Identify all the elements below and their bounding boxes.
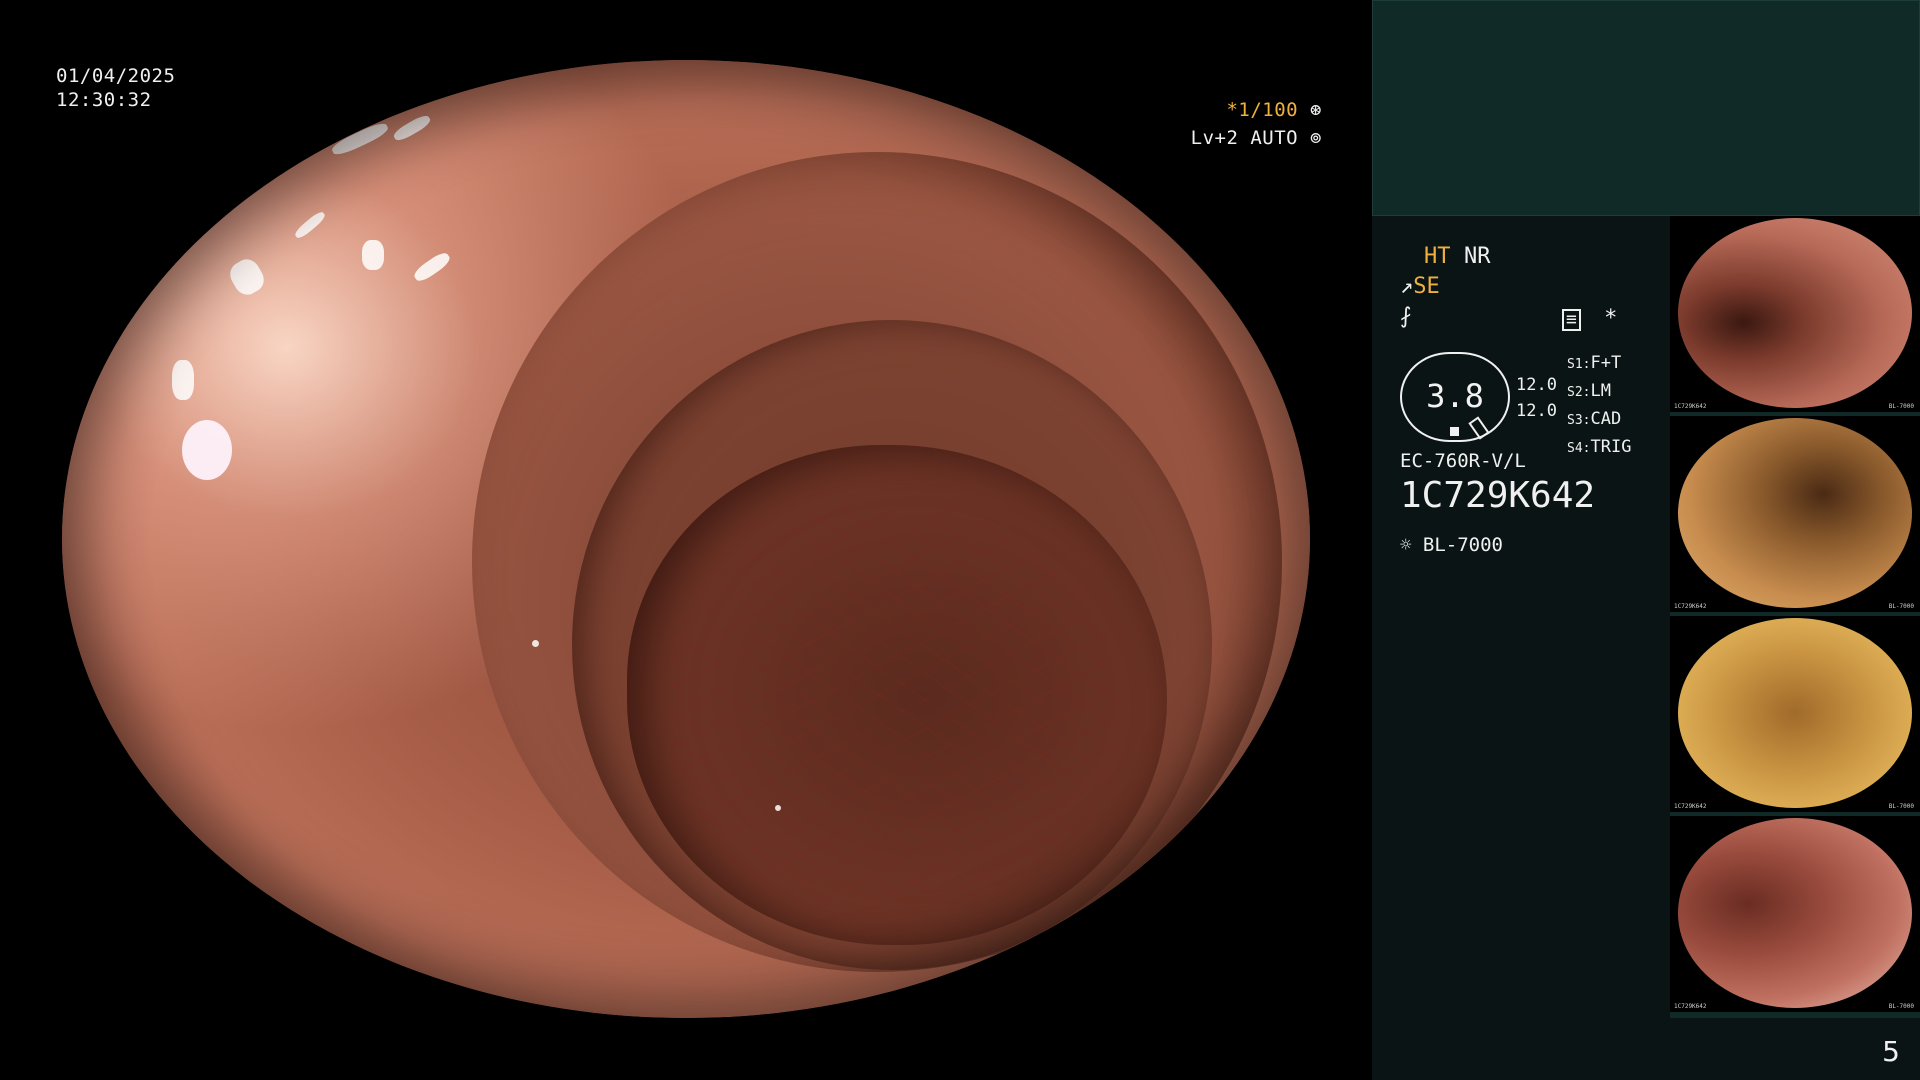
setting-key: S2: (1567, 385, 1591, 400)
settings-icon-row: ≡ * (1562, 306, 1617, 332)
thumbnail-light: BL-7000 (1888, 603, 1914, 610)
settings-list-icon: ≡ (1562, 309, 1581, 331)
setting-value: LM (1590, 381, 1611, 401)
thumbnail-light: BL-7000 (1888, 1003, 1914, 1010)
thumbnail-light: BL-7000 (1888, 803, 1914, 810)
shutter-readout: *1/100 ⊛ (1226, 98, 1322, 122)
shutter-text: *1/100 (1226, 99, 1299, 121)
info-panel: HT NR ↗SE ⨏ ≡ * 3.8 12.0 12.0 S1:F+T S2:… (1372, 0, 1920, 1080)
gauge-dial: 3.8 (1400, 352, 1510, 442)
thumbnail-4[interactable]: 1C729K642 BL-7000 (1670, 816, 1920, 1018)
nr-mode: NR (1464, 244, 1491, 269)
light-source-row: ☼ BL-7000 (1400, 532, 1503, 558)
gauge-needle-icon (1468, 416, 1490, 440)
thumbnail-image (1678, 218, 1912, 408)
settings-item-s4: S4:TRIG (1567, 434, 1631, 462)
light-source-icon: ☼ (1400, 534, 1412, 556)
datetime-overlay: 01/04/2025 12:30:32 (56, 64, 175, 112)
thumbnail-2[interactable]: 1C729K642 BL-7000 (1670, 416, 1920, 618)
thumbnail-serial: 1C729K642 (1674, 603, 1707, 610)
setting-value: CAD (1590, 409, 1622, 429)
ht-mode: HT (1424, 244, 1451, 269)
gauge-scale-2: 12.0 (1516, 401, 1557, 421)
setting-value: TRIG (1590, 437, 1632, 457)
thumbnail-light: BL-7000 (1888, 403, 1914, 410)
thumbnail-3[interactable]: 1C729K642 BL-7000 (1670, 616, 1920, 818)
gauge-marker (1450, 427, 1459, 436)
gauge-scale-1: 12.0 (1516, 375, 1557, 395)
scope-serial: 1C729K642 (1400, 475, 1596, 516)
setting-key: S3: (1567, 413, 1591, 428)
scope-model: EC-760R-V/L (1400, 450, 1526, 472)
thumbnail-image (1678, 418, 1912, 608)
thumbnail-1[interactable]: 1C729K642 BL-7000 (1670, 216, 1920, 418)
page-number: 5 (1882, 1035, 1900, 1068)
light-source-text: BL-7000 (1422, 534, 1503, 556)
thumbnail-image (1678, 818, 1912, 1008)
aperture-icon: ⊛ (1310, 99, 1322, 121)
thumbnail-image (1678, 618, 1912, 808)
freeze-icon: ⨏ (1400, 304, 1412, 329)
asterisk-marker: * (1604, 306, 1618, 331)
setting-key: S1: (1567, 357, 1591, 372)
setting-key: S4: (1567, 441, 1591, 456)
setting-value: F+T (1590, 353, 1622, 373)
settings-list: S1:F+T S2:LM S3:CAD S4:TRIG (1567, 350, 1631, 462)
thumbnail-serial: 1C729K642 (1674, 1003, 1707, 1010)
date-text: 01/04/2025 (56, 65, 176, 87)
freeze-row: ⨏ (1400, 304, 1411, 330)
thumbnail-serial: 1C729K642 (1674, 403, 1707, 410)
endoscope-main-view: 01/04/2025 12:30:32 *1/100 ⊛ Lv+2 AUTO ⊚ (0, 0, 1372, 1080)
panel-header-area (1372, 0, 1920, 216)
time-text: 12:30:32 (56, 89, 152, 111)
settings-item-s2: S2:LM (1567, 378, 1631, 406)
iris-readout: Lv+2 AUTO ⊚ (1191, 126, 1322, 150)
se-text: SE (1413, 274, 1440, 299)
settings-item-s3: S3:CAD (1567, 406, 1631, 434)
gauge-value: 3.8 (1426, 377, 1484, 415)
iris-icon: ⊚ (1310, 127, 1322, 149)
settings-item-s1: S1:F+T (1567, 350, 1631, 378)
thumbnail-serial: 1C729K642 (1674, 803, 1707, 810)
vignette (62, 60, 1310, 1018)
endoscopic-image (62, 60, 1310, 1018)
iris-text: Lv+2 AUTO (1190, 127, 1299, 149)
se-row: ↗SE (1400, 274, 1440, 300)
structure-enhance-icon: ↗ (1400, 274, 1414, 299)
